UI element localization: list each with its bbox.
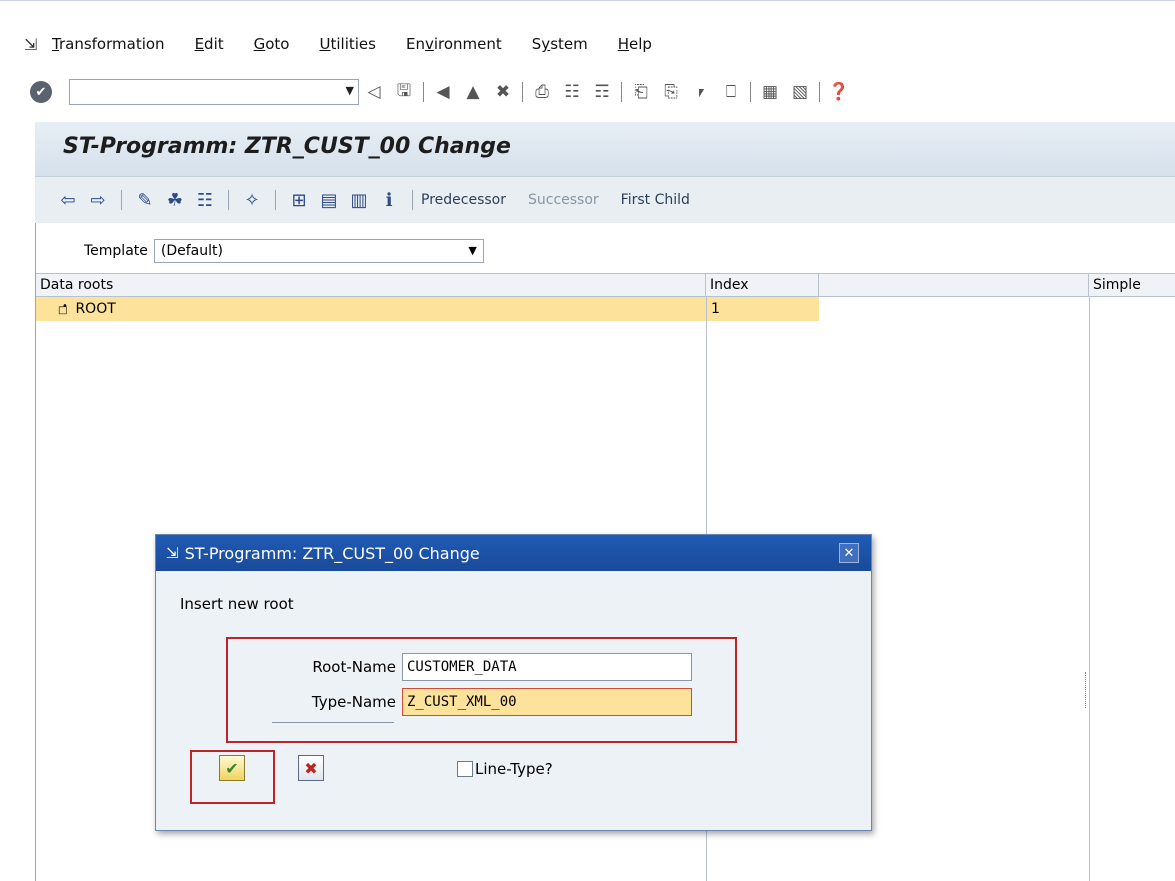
- menu-environment[interactable]: Environment: [406, 35, 502, 53]
- enter-checkmark-icon[interactable]: ✔: [30, 81, 52, 103]
- create-session-icon[interactable]: ▦: [755, 79, 785, 105]
- separator: [522, 82, 523, 102]
- menu-system-pre: S: [531, 35, 542, 53]
- menu-utilities-label: tilities: [330, 35, 376, 53]
- separator: [423, 82, 424, 102]
- predecessor-button[interactable]: Predecessor: [421, 192, 506, 208]
- root-node-cell[interactable]: □ ROOT: [36, 297, 706, 321]
- tree-bullet-icon: •: [62, 301, 68, 312]
- page-title: ST-Programm: ZTR_CUST_00 Change: [63, 134, 511, 159]
- layout-icon[interactable]: ▥: [344, 187, 374, 213]
- menu-utilities-accel: U: [319, 35, 331, 53]
- first-child-button[interactable]: First Child: [621, 192, 690, 208]
- exit-icon[interactable]: ▲: [458, 79, 488, 105]
- menu-environment-label: ironment: [433, 35, 502, 53]
- save-icon[interactable]: 🖫: [389, 79, 419, 105]
- separator: [621, 82, 622, 102]
- find-next-icon[interactable]: ☶: [587, 79, 617, 105]
- next-page-icon[interactable]: ⎖: [686, 79, 716, 105]
- menu-bar: ⇲ Transformation Edit Goto Utilities Env…: [24, 30, 682, 58]
- separator: [275, 190, 276, 210]
- successor-button[interactable]: Successor: [528, 192, 599, 208]
- info-icon[interactable]: ℹ: [374, 187, 404, 213]
- column-header-data-roots[interactable]: Data roots: [36, 274, 706, 297]
- menu-edit-accel: E: [194, 35, 205, 53]
- activate-icon[interactable]: ✧: [237, 187, 267, 213]
- top-bar: ⇲ Transformation Edit Goto Utilities Env…: [0, 0, 1175, 118]
- column-divider: [1089, 297, 1090, 881]
- window-icon: ⇲: [166, 544, 179, 562]
- annotation-box-confirm: [190, 750, 275, 804]
- dialog-titlebar[interactable]: ⇲ ST-Programm: ZTR_CUST_00 Change: [156, 535, 871, 571]
- command-dropdown-icon[interactable]: ▼: [346, 84, 354, 97]
- column-header-empty: [819, 274, 1089, 297]
- separator: [819, 82, 820, 102]
- hierarchy-icon[interactable]: ☷: [190, 187, 220, 213]
- separator: [412, 190, 413, 210]
- menu-goto[interactable]: Goto: [254, 35, 290, 53]
- cancel-x-button[interactable]: ✖: [298, 755, 324, 781]
- menu-edit-label: dit: [204, 35, 224, 53]
- chevron-down-icon[interactable]: ▼: [468, 240, 476, 262]
- column-header-index[interactable]: Index: [706, 274, 819, 297]
- back-icon[interactable]: ◀: [428, 79, 458, 105]
- dialog-title: ST-Programm: ZTR_CUST_00 Change: [184, 543, 480, 563]
- arrow-left-icon[interactable]: ⇦: [53, 187, 83, 213]
- line-type-label: Line-Type?: [475, 760, 553, 778]
- menu-transformation-accel: T: [52, 35, 59, 53]
- find-icon[interactable]: ☷: [557, 79, 587, 105]
- close-icon[interactable]: ✕: [839, 543, 859, 563]
- change-display-icon[interactable]: ✎: [130, 187, 160, 213]
- menu-help-accel: H: [617, 35, 630, 53]
- menu-edit[interactable]: Edit: [195, 35, 224, 53]
- application-toolbar: ⇦ ⇨ ✎ ☘ ☷ ✧ ⊞ ▤ ▥ ℹ Predecessor Successo…: [35, 177, 1175, 223]
- last-page-icon[interactable]: ⎕: [716, 79, 746, 105]
- help-icon[interactable]: ❓: [824, 79, 854, 105]
- menu-goto-accel: G: [253, 35, 266, 53]
- annotation-box-fields: [226, 637, 737, 743]
- line-type-checkbox[interactable]: [457, 761, 473, 777]
- template-value: (Default): [160, 243, 223, 259]
- line-type-option[interactable]: Line-Type?: [457, 760, 553, 778]
- menu-goto-label: oto: [265, 35, 290, 53]
- top-border: [0, 0, 1175, 8]
- menu-system-accel: y: [541, 35, 551, 53]
- menu-window-icon[interactable]: ⇲: [24, 34, 52, 54]
- column-header-simple[interactable]: Simple: [1089, 274, 1175, 297]
- collapse-triangle-icon[interactable]: ◁: [359, 79, 389, 105]
- print-icon[interactable]: ⎙: [527, 79, 557, 105]
- table-row[interactable]: □ ROOT 1: [36, 297, 819, 321]
- menu-help-label: elp: [629, 35, 652, 53]
- menu-help[interactable]: Help: [618, 35, 652, 53]
- root-index-cell: 1: [706, 297, 819, 321]
- insert-node-icon[interactable]: ⊞: [284, 187, 314, 213]
- system-toolbar: ✔ ▼ ◁ 🖫 ◀ ▲ ✖ ⎙ ☷ ☶ ⎗ ⎘ ⎖ ⎕ ▦ ▧ ❓: [30, 75, 1175, 109]
- menu-environment-pre: En: [405, 35, 425, 53]
- dialog-heading: Insert new root: [180, 595, 294, 613]
- menu-system-label: stem: [550, 35, 588, 53]
- separator: [121, 190, 122, 210]
- check-icon[interactable]: ☘: [160, 187, 190, 213]
- splitter-handle[interactable]: [1085, 672, 1087, 708]
- template-label: Template: [84, 243, 148, 259]
- grid-header: Data roots Index Simple: [36, 273, 1175, 297]
- menu-system[interactable]: System: [532, 35, 588, 53]
- template-select[interactable]: (Default) ▼: [153, 239, 484, 263]
- menu-transformation[interactable]: Transformation: [52, 35, 165, 53]
- root-node-label: ROOT: [75, 301, 116, 317]
- menu-environment-accel: v: [424, 35, 434, 53]
- separator: [750, 82, 751, 102]
- menu-utilities[interactable]: Utilities: [320, 35, 376, 53]
- arrow-right-icon[interactable]: ⇨: [83, 187, 113, 213]
- first-page-icon[interactable]: ⎗: [626, 79, 656, 105]
- menu-transformation-label: ransformation: [58, 35, 165, 53]
- separator: [228, 190, 229, 210]
- shortcut-icon[interactable]: ▧: [785, 79, 815, 105]
- command-field[interactable]: ▼: [69, 79, 359, 105]
- table-icon[interactable]: ▤: [314, 187, 344, 213]
- template-row: Template (Default) ▼: [84, 239, 484, 263]
- previous-page-icon[interactable]: ⎘: [656, 79, 686, 105]
- title-band: ST-Programm: ZTR_CUST_00 Change: [35, 122, 1175, 177]
- cancel-icon[interactable]: ✖: [488, 79, 518, 105]
